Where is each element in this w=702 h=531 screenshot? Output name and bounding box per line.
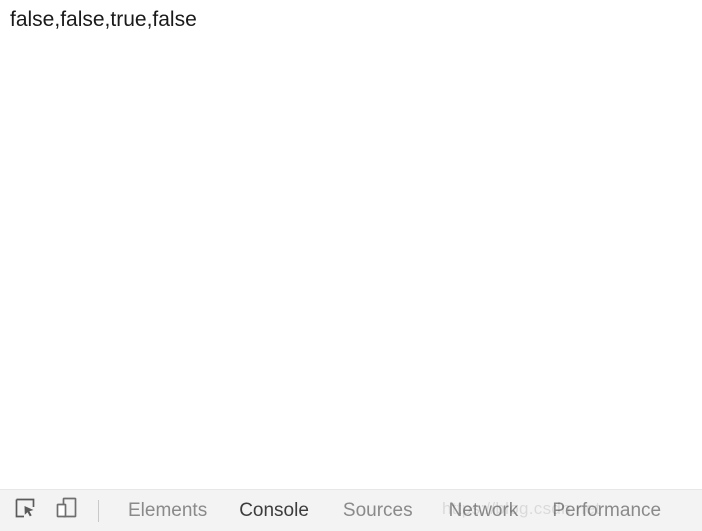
inspect-element-icon bbox=[14, 497, 36, 524]
tab-sources[interactable]: Sources bbox=[343, 490, 413, 531]
devtools-toolbar: Elements Console Sources Network Perform… bbox=[0, 490, 702, 531]
devtools-tab-strip: Elements Console Sources Network Perform… bbox=[99, 490, 702, 531]
tab-network[interactable]: Network bbox=[449, 490, 519, 531]
tab-performance[interactable]: Performance bbox=[552, 490, 661, 531]
tab-console[interactable]: Console bbox=[239, 490, 309, 531]
tab-elements[interactable]: Elements bbox=[128, 490, 207, 531]
inspect-element-button[interactable] bbox=[10, 496, 40, 526]
device-toolbar-icon bbox=[55, 496, 79, 525]
page-text-output: false,false,true,false bbox=[10, 8, 197, 31]
toggle-device-toolbar-button[interactable] bbox=[52, 496, 82, 526]
page-viewport: false,false,true,false bbox=[0, 0, 702, 489]
devtools-panel: Elements Console Sources Network Perform… bbox=[0, 489, 702, 531]
